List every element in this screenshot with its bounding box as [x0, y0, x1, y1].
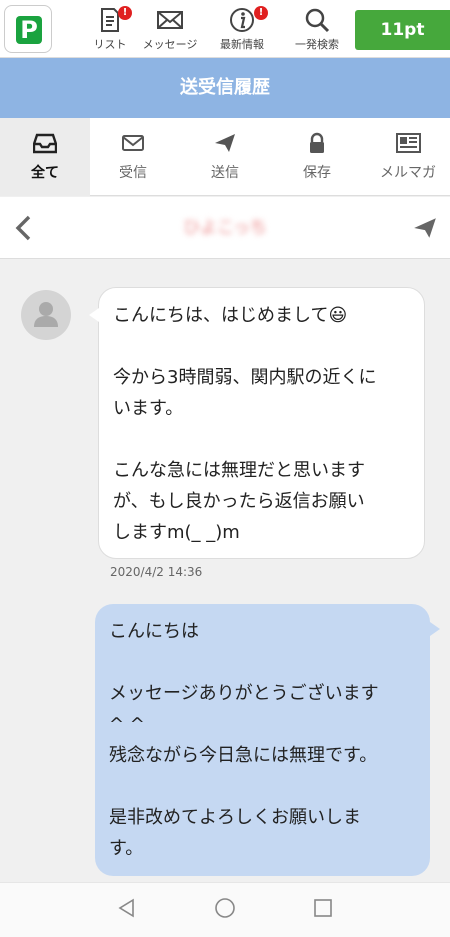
nav-message[interactable]: メッセージ — [134, 4, 206, 56]
app-header: P ! リスト メッセージ ! 最新情報 一発検索 11pt — [0, 0, 450, 58]
inbox-icon — [33, 133, 57, 154]
avatar[interactable] — [21, 290, 71, 340]
recents-icon[interactable] — [312, 897, 334, 919]
system-nav-bar — [0, 882, 450, 937]
paper-plane-icon — [215, 134, 235, 152]
info-badge: ! — [254, 6, 268, 20]
tab-sent[interactable]: 送信 — [180, 118, 270, 196]
mail-icon — [157, 11, 183, 29]
tab-all[interactable]: 全て — [0, 118, 90, 196]
page-title: 送受信履歴 — [0, 58, 450, 118]
partner-name[interactable]: ひよこっち — [0, 197, 450, 259]
app-logo[interactable]: P — [4, 5, 52, 53]
person-silhouette-icon — [34, 302, 58, 327]
nav-info[interactable]: ! 最新情報 — [206, 4, 278, 56]
message-timestamp: 2020/4/2 14:36 — [110, 565, 203, 579]
back-icon[interactable] — [116, 897, 138, 919]
newspaper-icon — [396, 133, 421, 153]
tab-sent-label: 送信 — [211, 165, 239, 181]
tab-all-label: 全て — [31, 165, 59, 181]
home-icon[interactable] — [214, 897, 236, 919]
search-icon — [305, 8, 330, 33]
received-message: こんにちは、はじめまして😃 今から3時間弱、関内駅の近くに います。 こんな急に… — [89, 287, 425, 559]
envelope-icon — [122, 135, 144, 151]
nav-search[interactable]: 一発検索 — [281, 4, 353, 56]
tab-saved-label: 保存 — [303, 165, 331, 181]
lock-icon — [310, 132, 324, 153]
tab-newsletter-label: メルマガ — [380, 165, 436, 181]
tab-newsletter[interactable]: メルマガ — [363, 118, 450, 196]
points-button[interactable]: 11pt — [355, 10, 450, 50]
folder-tabs: 全て 受信 送信 保存 メルマガ — [0, 118, 450, 196]
tab-received[interactable]: 受信 — [88, 118, 178, 196]
nav-message-label: メッセージ — [142, 38, 198, 51]
nav-info-label: 最新情報 — [220, 38, 264, 51]
logo-letter: P — [16, 16, 42, 44]
tab-received-label: 受信 — [119, 165, 147, 181]
sent-message: こんにちは メッセージありがとうございます ^ ^ 残念ながら今日急には無理です… — [95, 604, 440, 876]
tab-saved[interactable]: 保存 — [272, 118, 362, 196]
reply-send-icon[interactable] — [412, 215, 438, 241]
list-badge: ! — [118, 6, 132, 20]
nav-search-label: 一発検索 — [295, 38, 339, 51]
conversation-header: ひよこっち — [0, 197, 450, 259]
info-icon — [230, 8, 254, 32]
